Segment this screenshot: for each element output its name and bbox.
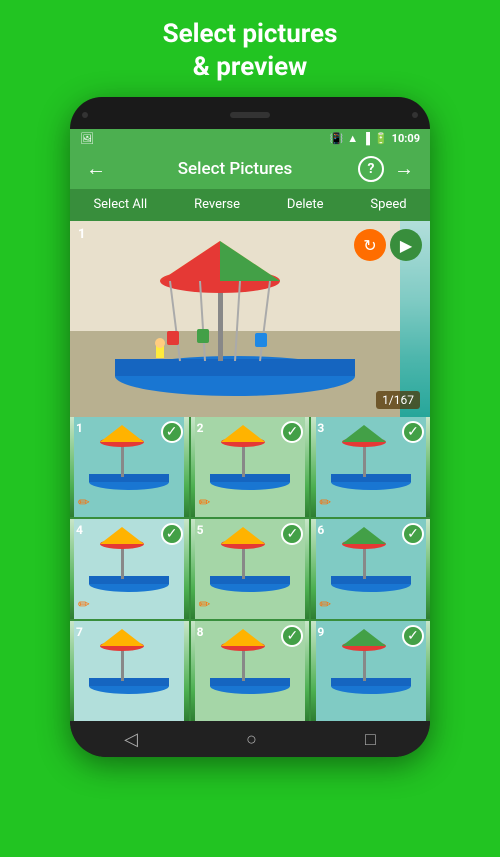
reverse-button[interactable]: Reverse	[186, 193, 248, 216]
preview-number: 1	[78, 227, 85, 242]
time-display: 10:09	[392, 132, 420, 145]
vibrate-icon: 📳	[330, 132, 344, 145]
grid-item[interactable]: 3 ✓ ✏	[311, 417, 430, 517]
grid-item[interactable]: 8 ✓	[191, 621, 310, 721]
wifi-icon: ▲	[347, 132, 358, 145]
speed-button[interactable]: Speed	[362, 193, 414, 216]
page-wrapper: Select pictures & preview 🖼 📳 ▲ ▐ 🔋	[0, 0, 500, 857]
recent-nav-button[interactable]: □	[365, 729, 376, 750]
app-toolbar: ← Select Pictures ? →	[70, 149, 430, 189]
grid-item-num: 4	[76, 523, 83, 537]
grid-item-num: 5	[197, 523, 204, 537]
phone-top-bar	[70, 97, 430, 129]
grid-check-6[interactable]: ✓	[402, 523, 424, 545]
edit-icon-3: ✏	[319, 495, 331, 511]
status-left: 🖼	[80, 132, 94, 145]
phone-speaker	[230, 112, 270, 118]
battery-icon: 🔋	[374, 132, 388, 145]
grid-check-4[interactable]: ✓	[161, 523, 183, 545]
phone-screen: 🖼 📳 ▲ ▐ 🔋 10:09 ← Select Pictures ?	[70, 129, 430, 721]
grid-item[interactable]: 6 ✓ ✏	[311, 519, 430, 619]
thumb-7	[70, 621, 189, 721]
preview-counter: 1/167	[376, 391, 420, 409]
carousel-svg	[70, 221, 400, 417]
play-button[interactable]: ▶	[390, 229, 422, 261]
select-all-button[interactable]: Select All	[85, 193, 155, 216]
grid-item[interactable]: 9 ✓	[311, 621, 430, 721]
grid-item[interactable]: 4 ✓ ✏	[70, 519, 189, 619]
signal-icon: ▐	[362, 132, 370, 145]
grid-item-num: 1	[76, 421, 83, 435]
grid-item-num: 6	[317, 523, 324, 537]
grid-item-num: 9	[317, 625, 324, 639]
help-button[interactable]: ?	[358, 156, 384, 182]
edit-icon-6: ✏	[319, 597, 331, 613]
grid-item-num: 8	[197, 625, 204, 639]
edit-icon-4: ✏	[78, 597, 90, 613]
forward-button[interactable]: →	[388, 156, 420, 181]
preview-section: 1 ↻ ▶ 1/167	[70, 221, 430, 417]
action-bar: Select All Reverse Delete Speed	[70, 189, 430, 221]
phone-frame: 🖼 📳 ▲ ▐ 🔋 10:09 ← Select Pictures ?	[70, 97, 430, 757]
delete-button[interactable]: Delete	[279, 193, 332, 216]
edit-icon-5: ✏	[199, 597, 211, 613]
phone-camera	[82, 112, 88, 118]
grid-item[interactable]: 1 ✓ ✏	[70, 417, 189, 517]
grid-item[interactable]: 2 ✓ ✏	[191, 417, 310, 517]
grid-check-9[interactable]: ✓	[402, 625, 424, 647]
grid-section: 1 ✓ ✏ 2 ✓ ✏ 3 ✓	[70, 417, 430, 721]
grid-item-num: 2	[197, 421, 204, 435]
rotate-button[interactable]: ↻	[354, 229, 386, 261]
phone-camera-right	[412, 112, 418, 118]
home-nav-button[interactable]: ○	[246, 729, 257, 750]
status-bar: 🖼 📳 ▲ ▐ 🔋 10:09	[70, 129, 430, 149]
edit-icon-1: ✏	[78, 495, 90, 511]
status-right: 📳 ▲ ▐ 🔋 10:09	[330, 132, 420, 145]
edit-icon-2: ✏	[199, 495, 211, 511]
grid-item[interactable]: 5 ✓ ✏	[191, 519, 310, 619]
grid-check-1[interactable]: ✓	[161, 421, 183, 443]
back-nav-button[interactable]: ◁	[124, 729, 138, 750]
photo-status-icon: 🖼	[80, 132, 94, 145]
grid-item-num: 3	[317, 421, 324, 435]
grid-item[interactable]: 7	[70, 621, 189, 721]
grid-check-3[interactable]: ✓	[402, 421, 424, 443]
page-title: Select pictures & preview	[143, 0, 358, 97]
nav-bar: ◁ ○ □	[70, 721, 430, 757]
grid-item-num: 7	[76, 625, 83, 639]
back-button[interactable]: ←	[80, 156, 112, 181]
toolbar-title: Select Pictures	[178, 159, 292, 179]
